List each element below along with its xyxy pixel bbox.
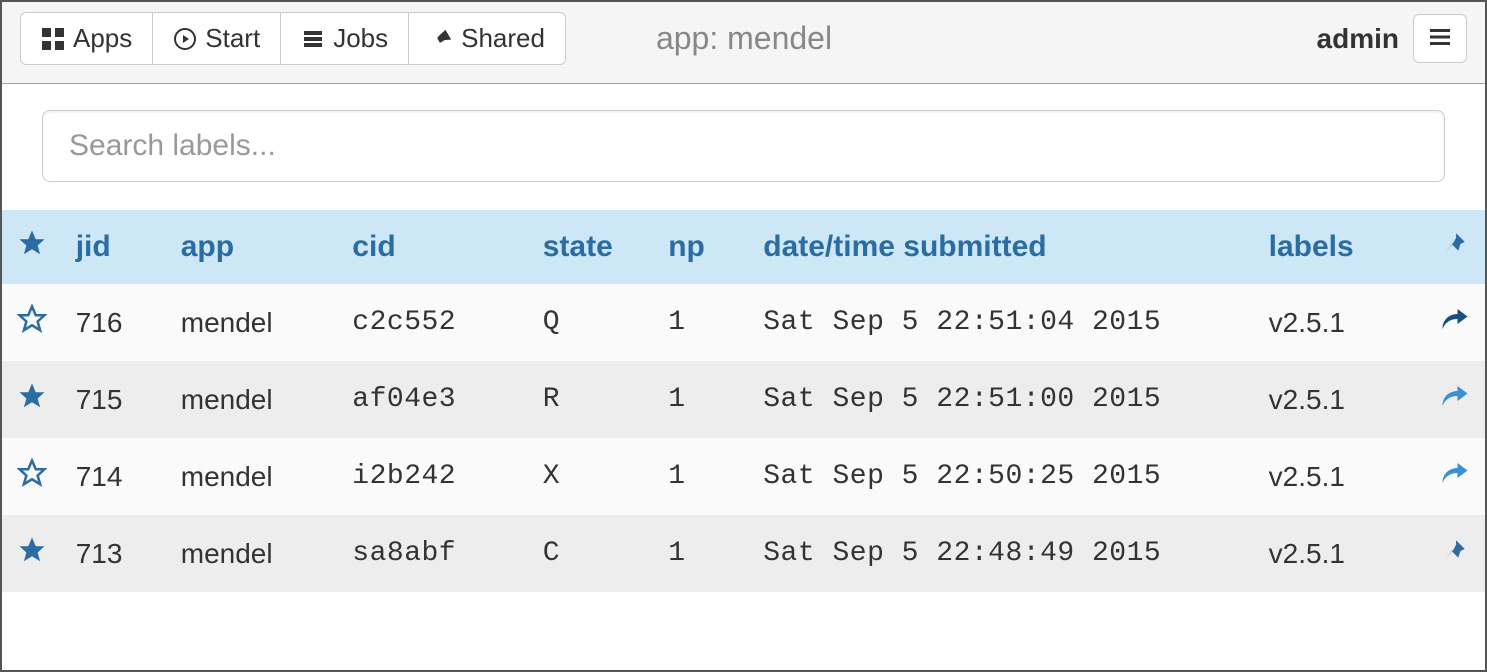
table-row[interactable]: 714mendeli2b242X1Sat Sep 5 22:50:25 2015… (2, 438, 1485, 515)
cell-jid: 715 (62, 361, 167, 438)
cell-datetime: Sat Sep 5 22:50:25 2015 (749, 438, 1254, 515)
col-app[interactable]: app (167, 210, 339, 284)
app-name: mendel (727, 20, 832, 56)
table-header-row: jid app cid state np date/time submitted… (2, 210, 1485, 284)
cell-labels: v2.5.1 (1255, 284, 1426, 361)
star-icon (17, 381, 47, 411)
row-star[interactable] (2, 438, 62, 515)
cell-np: 1 (654, 361, 749, 438)
app-title: app: mendel (656, 20, 832, 57)
cell-labels: v2.5.1 (1255, 361, 1426, 438)
star-icon (17, 458, 47, 488)
cell-jid: 716 (62, 284, 167, 361)
col-state[interactable]: state (529, 210, 655, 284)
cell-datetime: Sat Sep 5 22:51:04 2015 (749, 284, 1254, 361)
pushpin-icon (1442, 230, 1468, 256)
jobs-label: Jobs (333, 23, 388, 54)
star-icon (17, 304, 47, 334)
star-icon (17, 228, 47, 258)
jobs-button[interactable]: Jobs (281, 12, 409, 65)
col-pin[interactable] (1425, 210, 1485, 284)
cell-np: 1 (654, 284, 749, 361)
share-icon (1440, 304, 1470, 334)
cell-cid: sa8abf (338, 515, 528, 592)
cell-labels: v2.5.1 (1255, 515, 1426, 592)
col-star[interactable] (2, 210, 62, 284)
star-icon (17, 535, 47, 565)
cell-np: 1 (654, 438, 749, 515)
cell-cid: af04e3 (338, 361, 528, 438)
stack-icon (301, 27, 325, 51)
apps-label: Apps (73, 23, 132, 54)
cell-app: mendel (167, 361, 339, 438)
col-np[interactable]: np (654, 210, 749, 284)
cell-state: X (529, 438, 655, 515)
app-prefix: app: (656, 20, 727, 56)
table-row[interactable]: 713mendelsa8abfC1Sat Sep 5 22:48:49 2015… (2, 515, 1485, 592)
play-icon (173, 27, 197, 51)
share-icon (1440, 458, 1470, 488)
row-action[interactable] (1425, 284, 1485, 361)
nav-button-group: Apps Start Jobs Shared (20, 12, 566, 65)
cell-app: mendel (167, 515, 339, 592)
row-star[interactable] (2, 361, 62, 438)
col-datetime[interactable]: date/time submitted (749, 210, 1254, 284)
cell-datetime: Sat Sep 5 22:51:00 2015 (749, 361, 1254, 438)
row-action[interactable] (1425, 438, 1485, 515)
cell-app: mendel (167, 284, 339, 361)
user-label: admin (1317, 23, 1399, 55)
table-row[interactable]: 716mendelc2c552Q1Sat Sep 5 22:51:04 2015… (2, 284, 1485, 361)
cell-datetime: Sat Sep 5 22:48:49 2015 (749, 515, 1254, 592)
apps-button[interactable]: Apps (20, 12, 153, 65)
row-action[interactable] (1425, 515, 1485, 592)
col-jid[interactable]: jid (62, 210, 167, 284)
col-labels[interactable]: labels (1255, 210, 1426, 284)
cell-cid: i2b242 (338, 438, 528, 515)
hamburger-icon (1428, 25, 1452, 49)
search-input[interactable] (42, 110, 1445, 182)
pin-icon (429, 27, 453, 51)
menu-button[interactable] (1413, 14, 1467, 63)
cell-state: R (529, 361, 655, 438)
shared-label: Shared (461, 23, 545, 54)
cell-app: mendel (167, 438, 339, 515)
row-action[interactable] (1425, 361, 1485, 438)
topbar: Apps Start Jobs Shared app: mendel admin (2, 2, 1485, 84)
row-star[interactable] (2, 284, 62, 361)
start-label: Start (205, 23, 260, 54)
col-cid[interactable]: cid (338, 210, 528, 284)
table-row[interactable]: 715mendelaf04e3R1Sat Sep 5 22:51:00 2015… (2, 361, 1485, 438)
jobs-table: jid app cid state np date/time submitted… (2, 210, 1485, 592)
cell-cid: c2c552 (338, 284, 528, 361)
cell-state: Q (529, 284, 655, 361)
row-star[interactable] (2, 515, 62, 592)
start-button[interactable]: Start (153, 12, 281, 65)
pushpin-icon (1442, 537, 1468, 563)
cell-state: C (529, 515, 655, 592)
cell-labels: v2.5.1 (1255, 438, 1426, 515)
cell-jid: 713 (62, 515, 167, 592)
share-icon (1440, 381, 1470, 411)
cell-np: 1 (654, 515, 749, 592)
search-wrap (2, 84, 1485, 210)
cell-jid: 714 (62, 438, 167, 515)
shared-button[interactable]: Shared (409, 12, 566, 65)
grid-icon (41, 27, 65, 51)
